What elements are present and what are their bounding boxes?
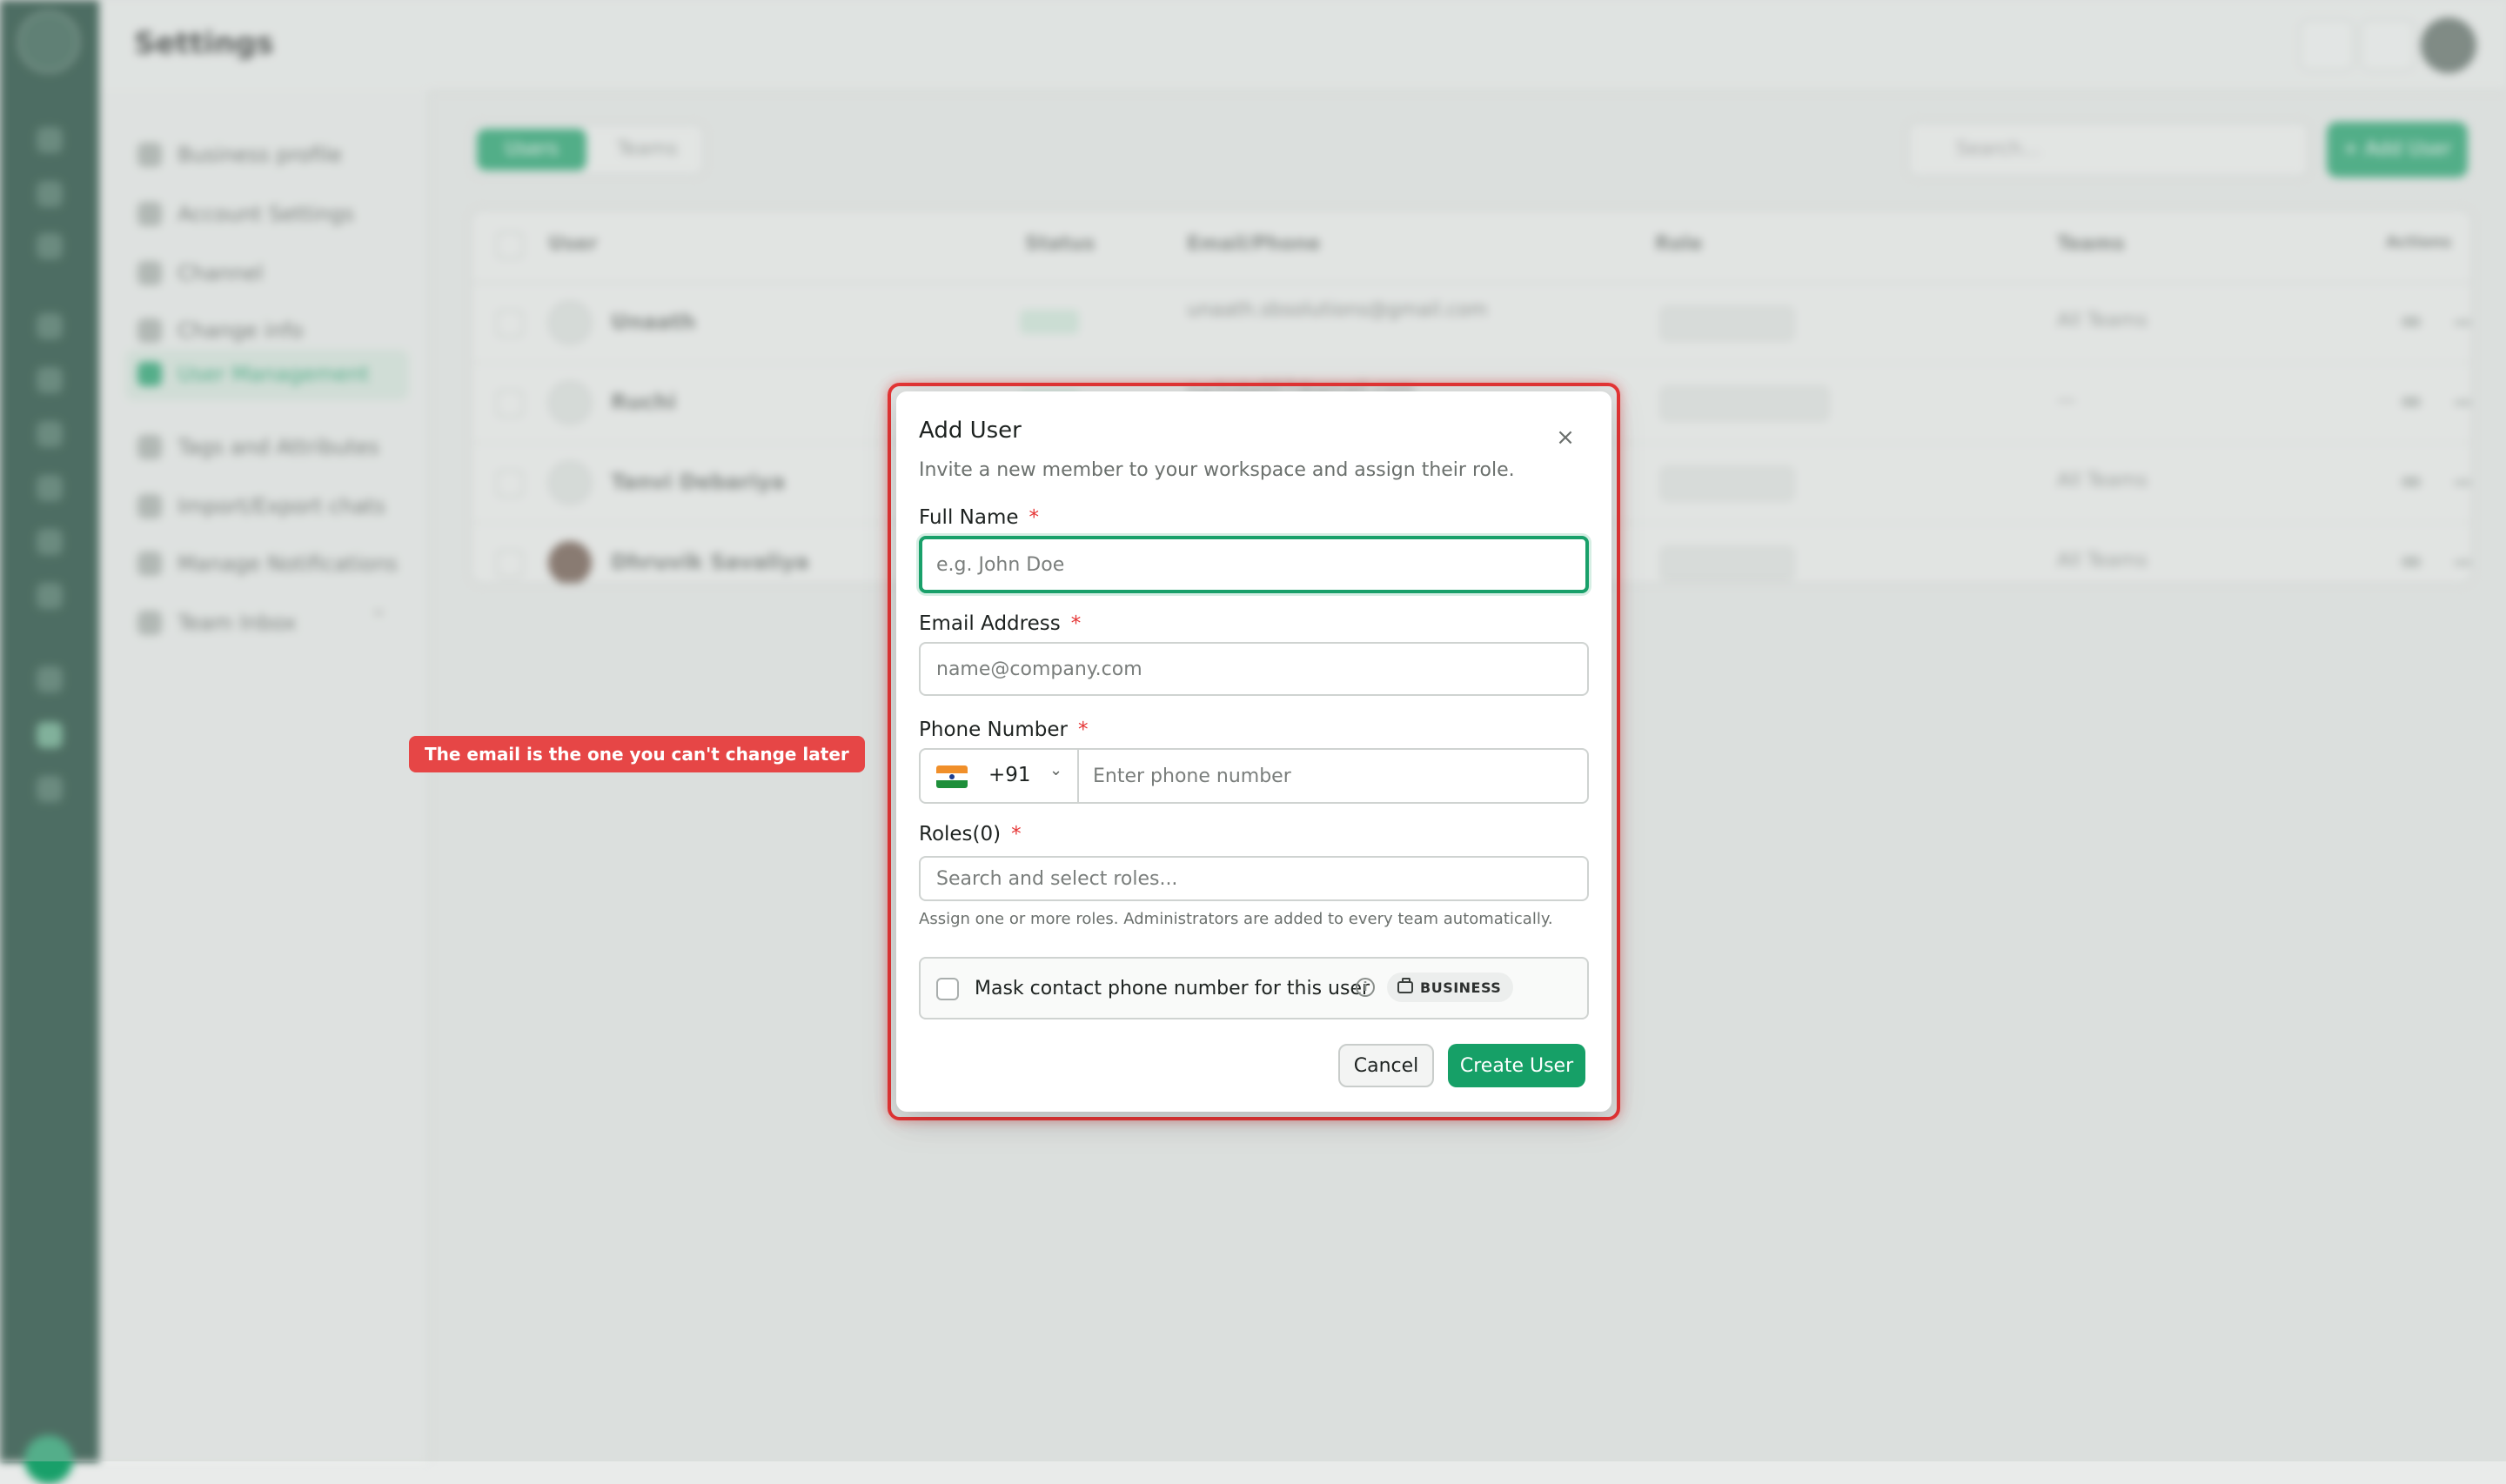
phone-label: Phone Number *: [919, 719, 1089, 741]
annotation-tooltip: The email is the one you can't change la…: [409, 736, 865, 772]
roles-label: Roles(0) *: [919, 823, 1022, 846]
india-flag-icon: [936, 765, 968, 788]
create-user-button[interactable]: Create User: [1448, 1044, 1585, 1087]
country-code-select[interactable]: +91 ⌄: [921, 750, 1079, 802]
mask-phone-option: Mask contact phone number for this user …: [919, 957, 1589, 1019]
full-name-label: Full Name *: [919, 506, 1039, 529]
chevron-down-icon: ⌄: [1049, 761, 1063, 779]
required-marker: *: [1077, 719, 1089, 741]
add-user-dialog: Add User × Invite a new member to your w…: [896, 391, 1611, 1112]
mask-phone-label: Mask contact phone number for this user: [975, 978, 1370, 999]
briefcase-icon: [1397, 978, 1413, 993]
dialog-title: Add User: [919, 418, 1022, 444]
phone-number-input[interactable]: [1079, 750, 1587, 802]
mask-phone-checkbox[interactable]: [936, 978, 959, 1000]
roles-hint: Assign one or more roles. Administrators…: [919, 910, 1553, 928]
phone-field-group: +91 ⌄: [919, 748, 1589, 804]
full-name-input[interactable]: [919, 536, 1589, 593]
roles-search-input[interactable]: [919, 856, 1589, 901]
close-icon[interactable]: ×: [1551, 423, 1580, 452]
country-code: +91: [988, 764, 1031, 786]
email-field[interactable]: [919, 642, 1589, 696]
business-badge: BUSINESS: [1387, 973, 1514, 1002]
dialog-description: Invite a new member to your workspace an…: [919, 459, 1515, 481]
info-icon[interactable]: i: [1356, 978, 1375, 997]
email-label: Email Address *: [919, 612, 1082, 635]
required-marker: *: [1070, 612, 1082, 635]
required-marker: *: [1011, 823, 1022, 846]
required-marker: *: [1029, 506, 1040, 529]
cancel-button[interactable]: Cancel: [1338, 1044, 1434, 1087]
